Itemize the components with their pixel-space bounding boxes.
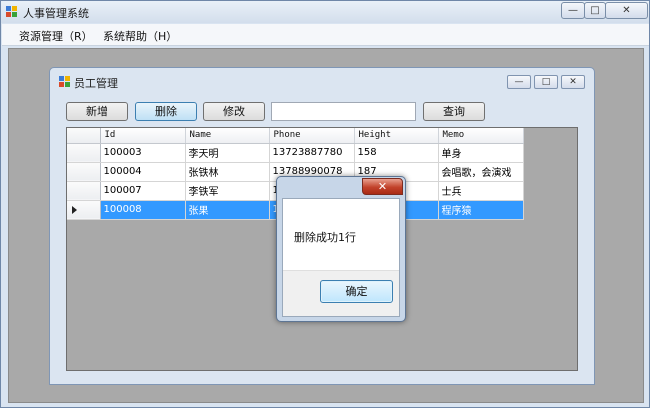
row-header[interactable]	[67, 162, 101, 182]
close-button[interactable]: ✕	[605, 2, 648, 19]
dialog-message: 删除成功1行	[294, 231, 356, 244]
menu-system-help[interactable]: 系统帮助（H）	[103, 28, 177, 44]
maximize-icon: □	[541, 77, 551, 87]
row-header[interactable]	[67, 181, 101, 201]
minimize-icon: —	[568, 5, 578, 16]
child-maximize-button[interactable]: □	[534, 75, 558, 89]
cell-id[interactable]: 100004	[100, 162, 186, 182]
table-row[interactable]: 100003 李天明 13723887780 158 单身	[67, 143, 524, 163]
cell-name[interactable]: 张铁林	[185, 162, 270, 182]
column-header-height[interactable]: Height	[354, 128, 439, 144]
grid-header-row: Id Name Phone Height Memo	[67, 128, 524, 144]
cell-memo[interactable]: 士兵	[438, 181, 524, 201]
column-header-id[interactable]: Id	[100, 128, 186, 144]
search-input[interactable]	[271, 102, 416, 121]
cell-name[interactable]: 张果	[185, 200, 270, 220]
child-minimize-button[interactable]: —	[507, 75, 531, 89]
cell-memo[interactable]: 会唱歌，会演戏	[438, 162, 524, 182]
dialog-body: 删除成功1行 确定	[282, 198, 400, 317]
cell-memo[interactable]: 程序猿	[438, 200, 524, 220]
cell-name[interactable]: 李铁军	[185, 181, 270, 201]
query-button[interactable]: 查询	[423, 102, 485, 121]
menu-bar: 资源管理（R） 系统帮助（H）	[2, 24, 649, 46]
maximize-button[interactable]: □	[584, 2, 606, 19]
row-header[interactable]	[67, 143, 101, 163]
dialog-close-button[interactable]: ✕	[362, 178, 403, 195]
cell-height[interactable]: 158	[354, 143, 439, 163]
column-header-name[interactable]: Name	[185, 128, 270, 144]
minimize-button[interactable]: —	[561, 2, 585, 19]
cell-id[interactable]: 100007	[100, 181, 186, 201]
row-header[interactable]	[67, 200, 101, 220]
edit-button[interactable]: 修改	[203, 102, 265, 121]
row-pointer-icon	[72, 205, 77, 214]
cell-memo[interactable]: 单身	[438, 143, 524, 163]
ok-button[interactable]: 确定	[320, 280, 393, 303]
menu-resource-management[interactable]: 资源管理（R）	[19, 28, 93, 44]
window-icon	[59, 76, 70, 87]
cell-id[interactable]: 100008	[100, 200, 186, 220]
child-window-title: 员工管理	[74, 77, 118, 90]
delete-button[interactable]: 删除	[135, 102, 197, 121]
maximize-icon: □	[590, 5, 600, 16]
add-button[interactable]: 新增	[66, 102, 128, 121]
column-header-memo[interactable]: Memo	[438, 128, 524, 144]
title-bar[interactable]: 人事管理系统 — □ ✕	[1, 1, 649, 23]
cell-phone[interactable]: 13723887780	[269, 143, 355, 163]
cell-name[interactable]: 李天明	[185, 143, 270, 163]
message-dialog: ✕ 删除成功1行 确定	[276, 176, 406, 322]
dialog-footer: 确定	[283, 270, 399, 316]
app-icon	[6, 6, 18, 18]
main-window: 人事管理系统 — □ ✕ 资源管理（R） 系统帮助（H） 员工管理 — □ ✕ …	[0, 0, 650, 408]
window-title: 人事管理系统	[23, 7, 89, 20]
row-header-corner	[67, 128, 101, 144]
column-header-phone[interactable]: Phone	[269, 128, 355, 144]
minimize-icon: —	[514, 77, 524, 87]
close-icon: ✕	[622, 5, 631, 16]
close-icon: ✕	[569, 77, 577, 87]
child-close-button[interactable]: ✕	[561, 75, 585, 89]
cell-id[interactable]: 100003	[100, 143, 186, 163]
